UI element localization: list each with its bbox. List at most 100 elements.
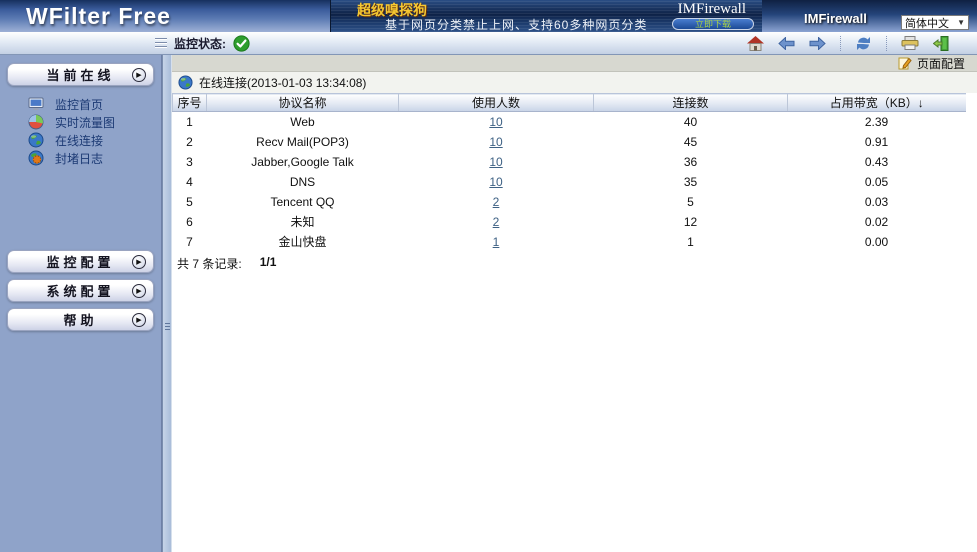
- column-header-bandwidth-sorted[interactable]: 占用带宽（KB）↓: [788, 94, 966, 112]
- section-arrow-button[interactable]: ▶: [132, 284, 146, 298]
- cell-no: 3: [173, 152, 207, 172]
- table-row: 2 Recv Mail(POP3) 10 45 0.91: [173, 132, 966, 152]
- users-count-link[interactable]: 10: [489, 155, 502, 169]
- sidebar-item-label: 监控首页: [55, 96, 103, 113]
- cell-bandwidth: 0.43: [788, 152, 966, 172]
- toolbar: 监控状态:: [0, 32, 977, 55]
- globe-gear-icon: [28, 150, 44, 166]
- exit-icon[interactable]: [933, 36, 949, 51]
- sidebar-section-monitor-config[interactable]: 监控配置 ▶: [7, 250, 154, 273]
- section-arrow-button[interactable]: ▶: [132, 255, 146, 269]
- sidebar-item-traffic-chart[interactable]: 实时流量图: [0, 113, 161, 131]
- cell-connections: 35: [594, 172, 788, 192]
- collapse-handle-icon[interactable]: [155, 38, 167, 48]
- cell-connections: 45: [594, 132, 788, 152]
- globe-icon: [28, 132, 44, 148]
- sidebar-item-online-connections[interactable]: 在线连接: [0, 131, 161, 149]
- banner-product-name: IMFirewall: [678, 1, 746, 18]
- cell-connections: 5: [594, 192, 788, 212]
- cell-protocol: Web: [207, 112, 399, 132]
- cell-bandwidth: 0.00: [788, 232, 966, 252]
- cell-bandwidth: 0.05: [788, 172, 966, 192]
- column-header-connections[interactable]: 连接数: [594, 94, 788, 112]
- cell-bandwidth: 0.02: [788, 212, 966, 232]
- column-header-no[interactable]: 序号: [173, 94, 207, 112]
- toolbar-actions: [747, 36, 949, 51]
- toolbar-separator: [840, 36, 841, 51]
- column-header-protocol[interactable]: 协议名称: [207, 94, 399, 112]
- banner-subtitle: 基于网页分类禁止上网、支持60多种网页分类: [385, 16, 647, 33]
- cell-connections: 40: [594, 112, 788, 132]
- sidebar-item-label: 封堵日志: [55, 150, 103, 167]
- users-count-link[interactable]: 2: [493, 195, 500, 209]
- back-icon[interactable]: [778, 37, 795, 50]
- content-title-row: 在线连接(2013-01-03 13:34:08): [172, 72, 977, 93]
- sidebar-item-block-logs[interactable]: 封堵日志: [0, 149, 161, 167]
- users-count-link[interactable]: 2: [493, 215, 500, 229]
- refresh-icon[interactable]: [855, 36, 872, 51]
- sidebar-section-online[interactable]: 当前在线 ▶: [7, 63, 154, 86]
- cell-connections: 36: [594, 152, 788, 172]
- table-row: 4 DNS 10 35 0.05: [173, 172, 966, 192]
- monitor-icon: [28, 97, 44, 111]
- header-right-area: IMFirewall 简体中文 ▼: [762, 0, 977, 32]
- forward-icon[interactable]: [809, 37, 826, 50]
- cell-bandwidth: 0.91: [788, 132, 966, 152]
- app-header: WFilter Free 超级嗅探狗 基于网页分类禁止上网、支持60多种网页分类…: [0, 0, 977, 32]
- cell-connections: 1: [594, 232, 788, 252]
- table-row: 7 金山快盘 1 1 0.00: [173, 232, 966, 252]
- pie-chart-icon: [28, 114, 44, 130]
- content-area: 页面配置 在线连接(2013-01-03 13:34:08) 序号: [172, 55, 977, 552]
- app-logo: WFilter Free: [26, 3, 171, 30]
- sidebar-section-online-body: 监控首页 实时流量图: [0, 86, 161, 250]
- sidebar-splitter[interactable]: [162, 55, 172, 552]
- cell-protocol: Tencent QQ: [207, 192, 399, 212]
- green-check-icon: [233, 35, 250, 52]
- sidebar-section-system-config[interactable]: 系统配置 ▶: [7, 279, 154, 302]
- table-header-row: 序号 协议名称 使用人数 连接数 占用带宽（KB）↓: [173, 94, 966, 112]
- globe-icon: [178, 75, 193, 90]
- cell-bandwidth: 0.03: [788, 192, 966, 212]
- cell-protocol: 金山快盘: [207, 232, 399, 252]
- users-count-link[interactable]: 10: [489, 115, 502, 129]
- ad-banner[interactable]: 超级嗅探狗 基于网页分类禁止上网、支持60多种网页分类 IMFirewall 立…: [330, 0, 762, 32]
- cell-bandwidth: 2.39: [788, 112, 966, 132]
- sidebar-item-label: 实时流量图: [55, 114, 115, 131]
- cell-no: 2: [173, 132, 207, 152]
- sidebar-item-monitor-home[interactable]: 监控首页: [0, 95, 161, 113]
- cell-connections: 12: [594, 212, 788, 232]
- table-row: 6 未知 2 12 0.02: [173, 212, 966, 232]
- cell-protocol: Recv Mail(POP3): [207, 132, 399, 152]
- cell-no: 6: [173, 212, 207, 232]
- edit-page-icon[interactable]: [898, 56, 912, 70]
- home-icon[interactable]: [747, 36, 764, 51]
- monitor-status-label: 监控状态:: [174, 35, 226, 52]
- main-area: 当前在线 ▶ 监控首页: [0, 55, 977, 552]
- table-row: 1 Web 10 40 2.39: [173, 112, 966, 132]
- cell-no: 4: [173, 172, 207, 192]
- page-indicator: 1/1: [260, 255, 277, 272]
- users-count-link[interactable]: 10: [489, 175, 502, 189]
- sidebar-section-help[interactable]: 帮助 ▶: [7, 308, 154, 331]
- table-row: 5 Tencent QQ 2 5 0.03: [173, 192, 966, 212]
- page-title: 在线连接(2013-01-03 13:34:08): [199, 74, 366, 91]
- users-count-link[interactable]: 10: [489, 135, 502, 149]
- toolbar-separator: [886, 36, 887, 51]
- column-header-users[interactable]: 使用人数: [399, 94, 594, 112]
- section-arrow-button[interactable]: ▶: [132, 313, 146, 327]
- splitter-handle-icon[interactable]: [165, 323, 170, 330]
- chevron-down-icon: ▼: [957, 18, 965, 27]
- cell-no: 5: [173, 192, 207, 212]
- cell-protocol: 未知: [207, 212, 399, 232]
- monitor-status-group: 监控状态:: [155, 35, 250, 52]
- section-arrow-button[interactable]: ▶: [132, 68, 146, 82]
- brand-text: IMFirewall: [804, 11, 867, 26]
- download-button[interactable]: 立即下载: [672, 18, 754, 30]
- cell-protocol: Jabber,Google Talk: [207, 152, 399, 172]
- language-selector-value: 简体中文: [905, 15, 949, 31]
- protocol-table: 序号 协议名称 使用人数 连接数 占用带宽（KB）↓ 1 Web 10 40 2…: [172, 93, 966, 252]
- language-selector[interactable]: 简体中文 ▼: [901, 15, 969, 30]
- page-config-link[interactable]: 页面配置: [917, 55, 965, 72]
- print-icon[interactable]: [901, 36, 919, 50]
- users-count-link[interactable]: 1: [493, 235, 500, 249]
